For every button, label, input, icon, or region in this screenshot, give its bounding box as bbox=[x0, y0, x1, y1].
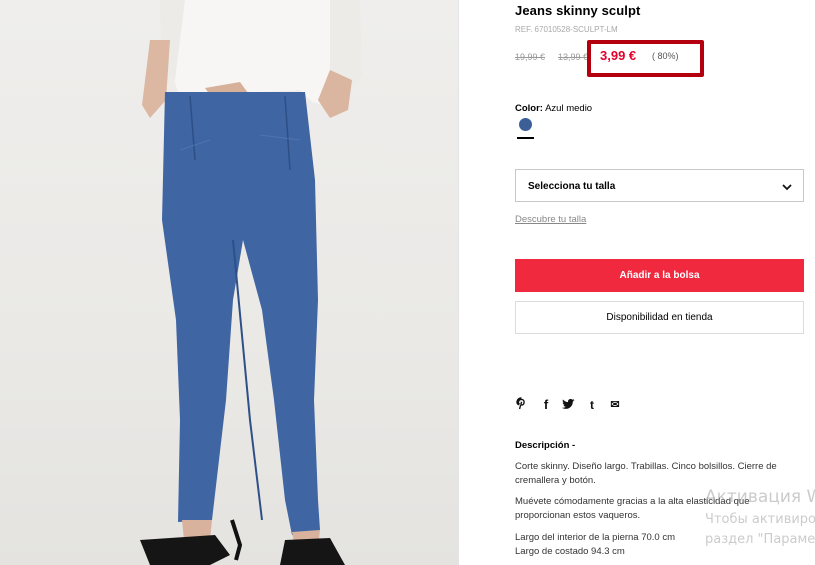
size-select[interactable]: Selecciona tu talla bbox=[515, 169, 804, 202]
twitter-icon[interactable] bbox=[561, 397, 575, 415]
description-paragraph-1: Corte skinny. Diseño largo. Trabillas. C… bbox=[515, 461, 777, 486]
color-swatch-azul-medio[interactable] bbox=[519, 118, 532, 131]
product-title: Jeans skinny sculpt bbox=[515, 3, 641, 18]
product-ref: REF. 67010528-SCULPT-LM bbox=[515, 25, 618, 34]
size-guide-link[interactable]: Descubre tu talla bbox=[515, 214, 586, 225]
facebook-icon[interactable]: f bbox=[541, 397, 551, 413]
sale-price: 3,99 € bbox=[600, 48, 637, 63]
windows-activation-watermark-line3: раздел "Параме bbox=[705, 532, 815, 547]
color-label: Color: bbox=[515, 103, 543, 114]
size-select-label: Selecciona tu talla bbox=[528, 181, 616, 192]
jeans-model-image bbox=[140, 0, 362, 565]
product-photo[interactable] bbox=[0, 0, 458, 565]
chevron-down-icon bbox=[781, 180, 793, 198]
old-price-1: 19,99 € bbox=[515, 52, 546, 62]
pinterest-icon[interactable] bbox=[515, 397, 527, 415]
color-label-row: Color: Azul medio bbox=[515, 103, 592, 114]
tumblr-icon[interactable]: t bbox=[587, 397, 597, 413]
add-to-bag-button[interactable]: Añadir a la bolsa bbox=[515, 259, 804, 292]
swatch-selected-indicator bbox=[517, 137, 534, 139]
color-value: Azul medio bbox=[545, 103, 593, 114]
product-info-panel: Jeans skinny sculpt REF. 67010528-SCULPT… bbox=[459, 0, 815, 565]
email-icon[interactable]: ✉ bbox=[609, 397, 621, 413]
old-price-2: 13,99 € bbox=[558, 52, 589, 62]
measurement-outseam: Largo de costado 94.3 cm bbox=[515, 546, 625, 557]
windows-activation-watermark-line2: Чтобы активиро bbox=[705, 512, 815, 527]
description-title: Descripción - bbox=[515, 440, 576, 451]
windows-activation-watermark-title: Активация W bbox=[705, 487, 815, 507]
discount-badge: ( 80%) bbox=[652, 51, 679, 61]
store-availability-button[interactable]: Disponibilidad en tienda bbox=[515, 301, 804, 334]
